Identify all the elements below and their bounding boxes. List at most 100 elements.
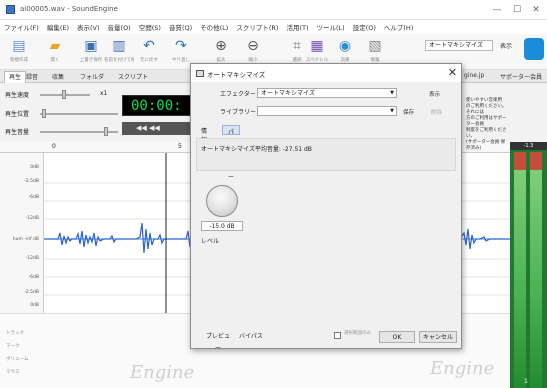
effector-view-link[interactable]: 表示 [429, 90, 440, 98]
ruler-mark: 5 [178, 143, 182, 150]
menu-view[interactable]: 表示(V) [73, 20, 104, 32]
meter-left-channel [514, 152, 526, 388]
chevron-down-icon: ▼ [390, 90, 394, 96]
rewind-buttons[interactable]: ◀◀ ◀◀ [122, 122, 194, 135]
open-folder-icon: ▰ [49, 38, 61, 54]
tab-play[interactable]: 再生 [4, 71, 27, 83]
info-panel: オートマキシマイズ平均音量: -27.51 dB [196, 138, 456, 171]
menu-use[interactable]: 活用(T) [282, 20, 312, 32]
ruler-start: 0 [52, 143, 56, 150]
site-link[interactable]: gine.jp [464, 72, 484, 79]
menu-bar: ファイル(F) 編集(E) 表示(V) 音量(O) 空間(S) 音質(Q) その他(L) スク… [0, 20, 547, 34]
save-button[interactable]: ▣ 上書き保存 [76, 37, 106, 69]
speed-value: x1 [100, 90, 108, 97]
level-meter: -1.3 1 [510, 142, 547, 388]
preset-select[interactable]: オートマキシマイズ [425, 40, 493, 51]
bottom-label: マウス [6, 370, 20, 375]
delete-link[interactable]: 削除 [431, 108, 442, 116]
undo-button[interactable]: ↶ 元に戻す [134, 37, 164, 69]
menu-tools[interactable]: ツール(L) [312, 20, 348, 32]
save-link[interactable]: 保存 [403, 108, 414, 116]
redo-icon: ↷ [175, 38, 187, 54]
new-file-icon: ▤ [12, 38, 26, 54]
menu-file[interactable]: ファイル(F) [0, 20, 43, 32]
new-file-button[interactable]: ▤ 新規作成 [4, 37, 34, 69]
ribbon-button-label: 開く [50, 58, 60, 63]
menu-help[interactable]: ヘルプ(H) [380, 20, 417, 32]
level-label: レベル [201, 238, 220, 245]
position-slider[interactable] [40, 113, 118, 115]
speed-label: 再生速度 [5, 92, 30, 99]
automaximize-dialog: オートマキシマイズ ✕ エフェクター オートマキシマイズ ▼ 表示 ライブラリー… [190, 63, 462, 352]
effector-select[interactable]: オートマキシマイズ ▼ [257, 88, 397, 98]
watermark-left: Engine [130, 362, 195, 383]
open-folder-button[interactable]: ▰ 開く [40, 37, 70, 69]
level-value-field[interactable]: -15.0 dB [201, 221, 243, 231]
menu-edit[interactable]: 編集(E) [43, 20, 73, 32]
ok-button[interactable]: OK [379, 331, 415, 343]
bottom-label: ボリューム [6, 357, 29, 362]
bottom-label: トラック [6, 331, 24, 336]
meter-right-channel [530, 152, 542, 388]
supporter-link[interactable]: サポーター会員 [500, 72, 542, 81]
window-titlebar: ai00005.wav - SoundEngine — ☐ ✕ [0, 0, 547, 20]
position-label: 再生位置 [5, 111, 30, 118]
effector-select-value: オートマキシマイズ [261, 90, 315, 97]
app-icon [6, 5, 15, 14]
bypass-button[interactable]: バイパス [237, 331, 265, 343]
library-label: ライブラリー [220, 109, 257, 116]
meter-bottom-label: 1 [524, 378, 528, 385]
minimize-button[interactable]: — [488, 3, 506, 17]
preset-view-button[interactable]: 表示 [500, 41, 512, 50]
soundengine-logo [524, 38, 544, 60]
supporter-note: 使いやすい音楽用 のご利用ください。それには 方のご利用はサポーター会員 制度を… [466, 98, 508, 152]
ribbon-button-label: 新規作成 [10, 58, 28, 63]
ribbon-button-label: 名前を付けて保存 [104, 58, 134, 63]
ribbon-button-label: 上書き保存 [79, 58, 103, 63]
chevron-down-icon: ▼ [390, 108, 394, 114]
dialog-title: オートマキシマイズ [207, 71, 266, 79]
menu-volume[interactable]: 音量(O) [104, 20, 135, 32]
effect-icon: ◉ [338, 38, 352, 54]
zoom-in-icon: ⊕ [215, 38, 227, 54]
save-as-icon: ▥ [112, 38, 126, 54]
volume-label: 再生音量 [5, 129, 30, 136]
save-icon: ▣ [84, 38, 98, 54]
position-slider-knob[interactable] [42, 109, 46, 118]
maximize-button[interactable]: ☐ [508, 3, 526, 17]
dialog-close-icon[interactable]: ✕ [448, 66, 457, 79]
tab-script[interactable]: スクリプト [118, 72, 148, 81]
menu-script[interactable]: スクリプト(R) [232, 20, 282, 32]
dialog-icon [196, 70, 204, 77]
cancel-button[interactable]: キャンセル [419, 331, 457, 343]
dialog-footer: プレビュー バイパス 選択範囲のみ OK キャンセル [191, 328, 461, 352]
waveform-left [44, 222, 201, 254]
note-line: 方のご利用はサポーター会員 [466, 116, 507, 127]
tab-collect[interactable]: 収集 [52, 72, 64, 81]
tab-parameters[interactable]: パラメーター [222, 125, 241, 181]
tab-folder[interactable]: フォルダ [80, 72, 104, 81]
tab-info[interactable]: 情報 [196, 125, 212, 144]
note-line: (サポーター会員 保存済み) [466, 140, 506, 151]
window-title: ai00005.wav - SoundEngine [20, 5, 118, 13]
library-select[interactable]: ▼ [257, 106, 397, 116]
bottom-label: マーク [6, 344, 20, 349]
document-icon: ▧ [368, 38, 382, 54]
selection-only-checkbox[interactable] [334, 332, 341, 339]
menu-space[interactable]: 空間(S) [135, 20, 165, 32]
menu-quality[interactable]: 音質(Q) [165, 20, 196, 32]
level-dial[interactable] [206, 185, 238, 217]
close-window-button[interactable]: ✕ [527, 3, 545, 17]
save-as-button[interactable]: ▥ 名前を付けて保存 [104, 37, 134, 69]
preview-button[interactable]: プレビュー [205, 331, 231, 352]
note-line: のご利用ください。それには [466, 104, 507, 115]
menu-other[interactable]: その他(L) [196, 20, 232, 32]
volume-slider-knob[interactable] [104, 127, 108, 136]
menu-settings[interactable]: 設定(O) [349, 20, 380, 32]
note-line: 制度をご利用ください。 [466, 128, 507, 139]
tab-record[interactable]: 録音 [26, 72, 38, 81]
zoom-out-icon: ⊖ [247, 38, 259, 54]
selection-only-label: 選択範囲のみ [344, 331, 371, 336]
speed-slider-knob[interactable] [62, 90, 66, 99]
dialog-titlebar: オートマキシマイズ ✕ [191, 64, 461, 82]
